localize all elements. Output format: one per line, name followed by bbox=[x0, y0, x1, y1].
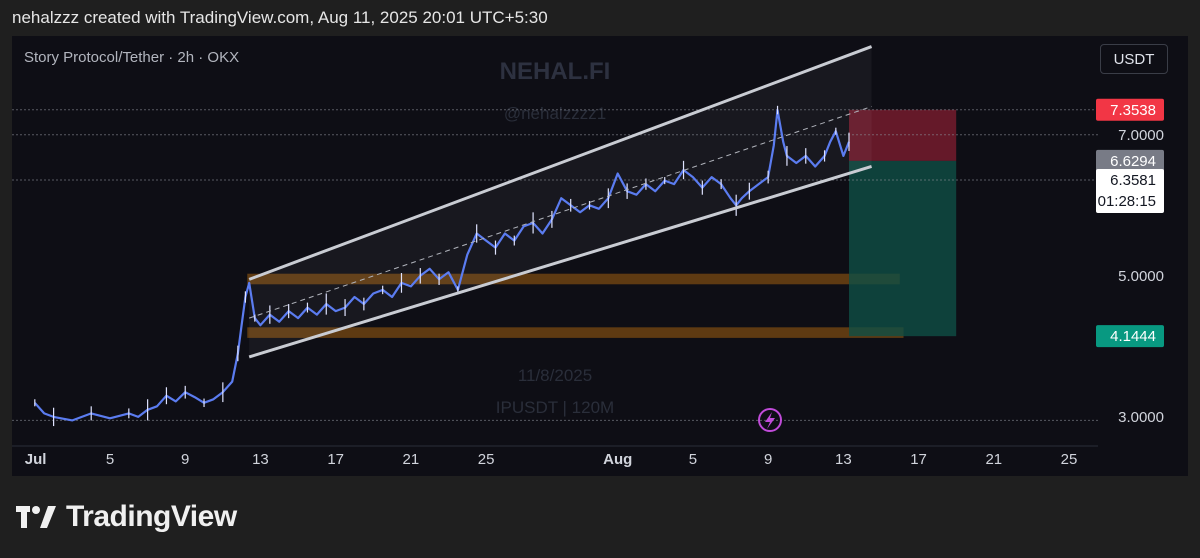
x-tick-label: Jul bbox=[25, 451, 47, 468]
price-tag-label: 4.1444 bbox=[1110, 328, 1156, 345]
x-tick-label: 17 bbox=[327, 451, 344, 468]
header-text: nehalzzz created with TradingView.com, A… bbox=[12, 8, 548, 27]
x-tick-label: Aug bbox=[603, 451, 632, 468]
price-tag-label: 7.3538 bbox=[1110, 102, 1156, 119]
brand-name: TradingView bbox=[66, 500, 237, 533]
price-tag-timer: 01:28:15 bbox=[1098, 193, 1156, 210]
y-tick-label: 3.0000 bbox=[1118, 409, 1164, 426]
x-tick-label: 17 bbox=[910, 451, 927, 468]
x-tick-label: 13 bbox=[835, 451, 852, 468]
price-tag-label: 6.3581 bbox=[1110, 172, 1156, 189]
y-tick-label: 7.0000 bbox=[1118, 127, 1164, 144]
x-tick-label: 5 bbox=[106, 451, 114, 468]
x-tick-label: 25 bbox=[1061, 451, 1078, 468]
take-profit-box bbox=[848, 160, 957, 337]
chart-panel[interactable]: Story Protocol/Tether · 2h · OKX USDT NE… bbox=[12, 36, 1188, 476]
tradingview-logo-icon bbox=[16, 506, 56, 528]
x-tick-label: 21 bbox=[985, 451, 1002, 468]
y-tick-label: 5.0000 bbox=[1118, 268, 1164, 285]
price-chart[interactable]: Jul 5 9 13 17 21 25 Aug 5 9 13 17 21 25 7.0000 5.0000 3.… bbox=[12, 36, 1188, 476]
x-tick-label: 25 bbox=[478, 451, 495, 468]
x-tick-label: 5 bbox=[689, 451, 697, 468]
x-tick-label: 13 bbox=[252, 451, 269, 468]
x-tick-label: 9 bbox=[764, 451, 772, 468]
x-tick-label: 21 bbox=[403, 451, 420, 468]
tradingview-logo: TradingView bbox=[16, 500, 237, 534]
x-tick-label: 9 bbox=[181, 451, 189, 468]
price-tag-label: 6.6294 bbox=[1110, 153, 1156, 170]
